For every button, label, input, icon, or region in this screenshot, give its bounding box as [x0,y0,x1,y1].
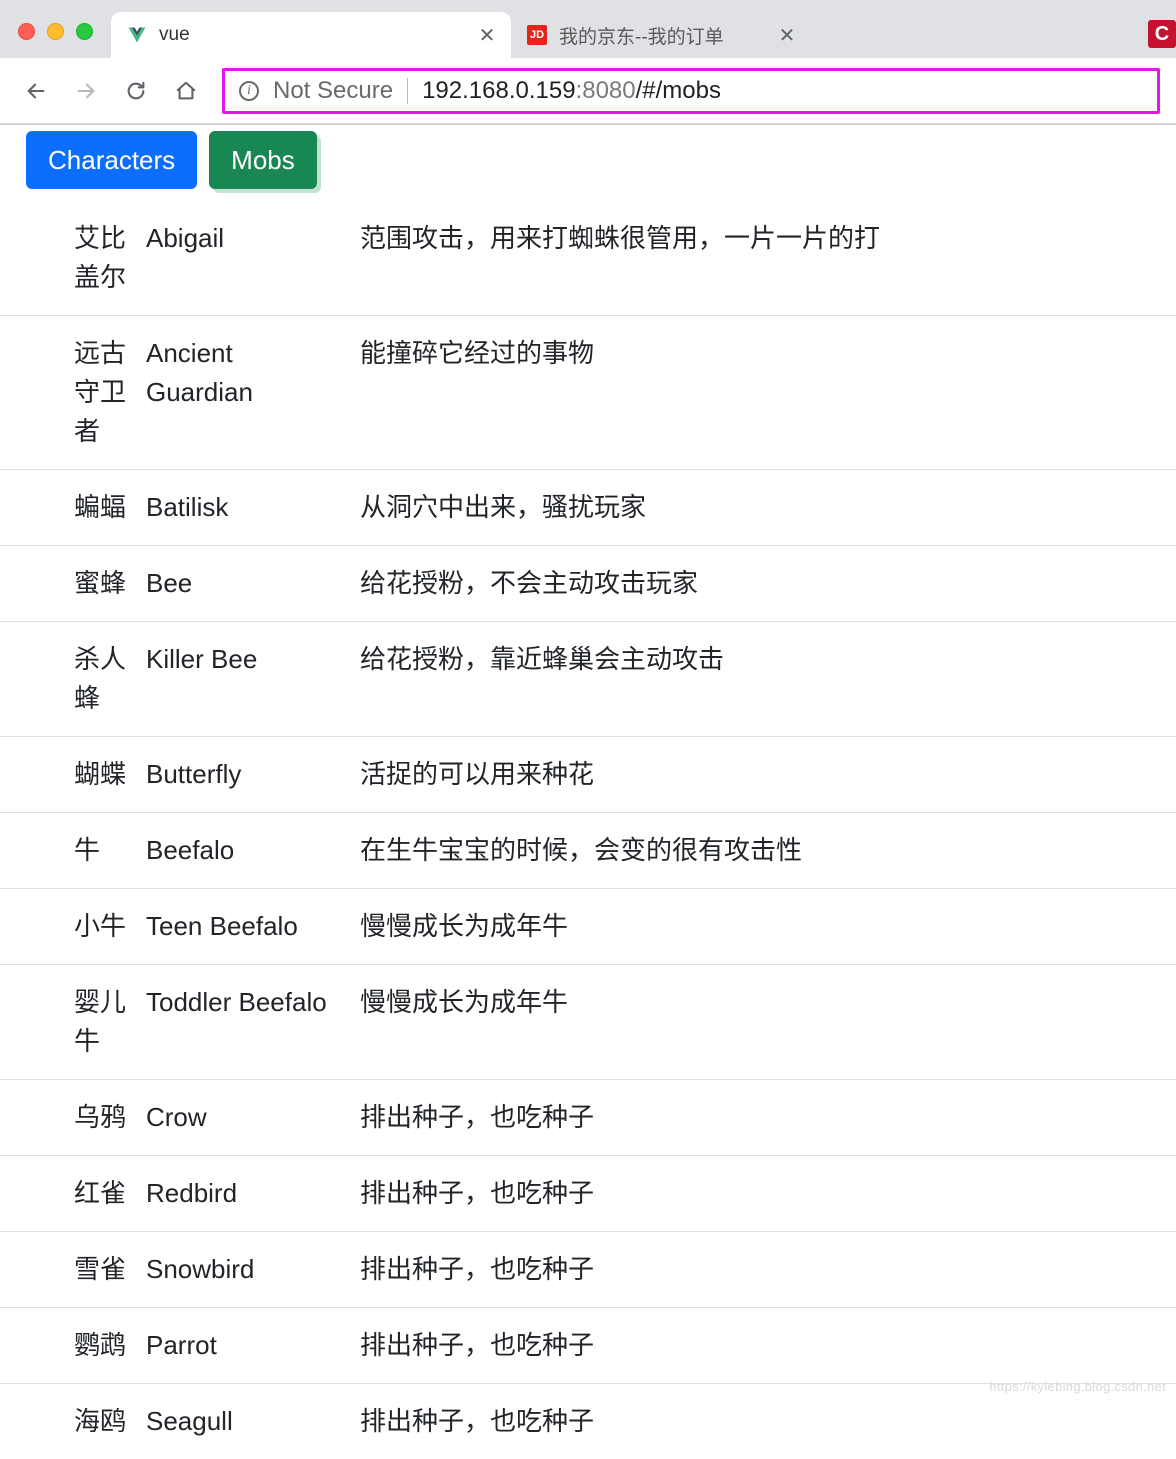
titlebar: vue ✕ JD 我的京东--我的订单 ✕ C [0,0,1176,58]
mob-name-cn: 鹦鹉 [74,1326,144,1365]
list-item: 雪雀Snowbird排出种子，也吃种子 [0,1232,1176,1308]
mob-desc: 给花授粉，不会主动攻击玩家 [344,564,1176,603]
mob-name-cn: 远古守卫者 [74,334,144,451]
mob-name-en: Parrot [144,1326,344,1365]
site-info-icon[interactable]: i [239,81,259,101]
mob-desc: 排出种子，也吃种子 [344,1326,1176,1365]
list-item: 远古守卫者Ancient Guardian能撞碎它经过的事物 [0,316,1176,470]
mob-desc: 范围攻击，用来打蜘蛛很管用，一片一片的打 [344,219,1176,258]
mob-name-cn: 蜜蜂 [74,564,144,603]
divider [407,78,408,104]
close-window-button[interactable] [18,23,35,40]
mob-name-en: Snowbird [144,1250,344,1289]
vue-favicon-icon [127,25,147,45]
mob-name-cn: 乌鸦 [74,1098,144,1137]
browser-tabs: vue ✕ JD 我的京东--我的订单 ✕ [111,0,811,58]
mob-name-en: Killer Bee [144,640,344,679]
address-bar[interactable]: i Not Secure 192.168.0.159:8080/#/mobs [222,68,1160,114]
list-item: 蝴蝶Butterfly活捉的可以用来种花 [0,737,1176,813]
mob-desc: 在生牛宝宝的时候，会变的很有攻击性 [344,831,1176,870]
mob-desc: 排出种子，也吃种子 [344,1174,1176,1213]
mob-name-en: Redbird [144,1174,344,1213]
mob-name-cn: 杀人蜂 [74,640,144,718]
tab-characters[interactable]: Characters [26,131,197,189]
browser-tab-jd[interactable]: JD 我的京东--我的订单 ✕ [511,12,811,58]
browser-chrome: vue ✕ JD 我的京东--我的订单 ✕ C i Not Secure [0,0,1176,125]
mob-desc: 排出种子，也吃种子 [344,1098,1176,1137]
tab-title: 我的京东--我的订单 [559,22,765,49]
mob-name-en: Beefalo [144,831,344,870]
list-item: 杀人蜂Killer Bee给花授粉，靠近蜂巢会主动攻击 [0,622,1176,737]
extension-icon[interactable]: C [1148,20,1176,48]
mob-name-cn: 小牛 [74,907,144,946]
mob-name-en: Crow [144,1098,344,1137]
list-item: 婴儿牛Toddler Beefalo慢慢成长为成年牛 [0,965,1176,1080]
mob-desc: 慢慢成长为成年牛 [344,907,1176,946]
reload-button[interactable] [116,71,156,111]
mob-name-en: Seagull [144,1402,344,1441]
url-text: 192.168.0.159:8080/#/mobs [422,77,721,105]
mob-name-cn: 牛 [74,831,144,870]
list-item: 艾比盖尔Abigail范围攻击，用来打蜘蛛很管用，一片一片的打 [0,201,1176,316]
page-content: Characters Mobs 艾比盖尔Abigail范围攻击，用来打蜘蛛很管用… [0,125,1176,1459]
mob-name-en: Bee [144,564,344,603]
mob-desc: 慢慢成长为成年牛 [344,983,1176,1022]
watermark: https://kylebing.blog.csdn.net [989,1379,1166,1394]
tab-mobs[interactable]: Mobs [209,131,317,189]
security-status: Not Secure [273,77,393,105]
list-item: 小牛Teen Beefalo慢慢成长为成年牛 [0,889,1176,965]
home-button[interactable] [166,71,206,111]
url-host: 192.168.0.159 [422,77,575,104]
list-item: 鹦鹉Parrot排出种子，也吃种子 [0,1308,1176,1384]
mobs-list: 艾比盖尔Abigail范围攻击，用来打蜘蛛很管用，一片一片的打远古守卫者Anci… [0,201,1176,1459]
maximize-window-button[interactable] [76,23,93,40]
mob-name-en: Toddler Beefalo [144,983,344,1022]
mob-desc: 排出种子，也吃种子 [344,1402,1176,1441]
forward-button[interactable] [66,71,106,111]
list-item: 牛Beefalo在生牛宝宝的时候，会变的很有攻击性 [0,813,1176,889]
browser-toolbar: i Not Secure 192.168.0.159:8080/#/mobs [0,58,1176,124]
mob-desc: 活捉的可以用来种花 [344,755,1176,794]
close-tab-icon[interactable]: ✕ [477,25,497,45]
mob-name-cn: 艾比盖尔 [74,219,144,297]
mob-name-cn: 红雀 [74,1174,144,1213]
tab-title: vue [159,24,465,46]
mob-name-en: Abigail [144,219,344,258]
window-controls [18,23,93,40]
mob-desc: 排出种子，也吃种子 [344,1250,1176,1289]
mob-desc: 能撞碎它经过的事物 [344,334,1176,373]
mob-name-cn: 婴儿牛 [74,983,144,1061]
mob-desc: 给花授粉，靠近蜂巢会主动攻击 [344,640,1176,679]
list-item: 蜜蜂Bee给花授粉，不会主动攻击玩家 [0,546,1176,622]
mob-name-en: Teen Beefalo [144,907,344,946]
mob-name-cn: 蝙蝠 [74,488,144,527]
list-item: 红雀Redbird排出种子，也吃种子 [0,1156,1176,1232]
url-path: /#/mobs [636,77,721,104]
mob-desc: 从洞穴中出来，骚扰玩家 [344,488,1176,527]
list-item: 蝙蝠Batilisk从洞穴中出来，骚扰玩家 [0,470,1176,546]
mob-name-cn: 蝴蝶 [74,755,144,794]
minimize-window-button[interactable] [47,23,64,40]
mob-name-en: Butterfly [144,755,344,794]
mob-name-en: Ancient Guardian [144,334,344,412]
browser-tab-vue[interactable]: vue ✕ [111,12,511,58]
list-item: 海鸥Seagull排出种子，也吃种子 [0,1384,1176,1459]
url-port: :8080 [576,77,636,104]
route-tabs: Characters Mobs [0,125,1176,189]
mob-name-en: Batilisk [144,488,344,527]
mob-name-cn: 海鸥 [74,1402,144,1441]
list-item: 乌鸦Crow排出种子，也吃种子 [0,1080,1176,1156]
close-tab-icon[interactable]: ✕ [777,25,797,45]
back-button[interactable] [16,71,56,111]
jd-favicon-icon: JD [527,25,547,45]
mob-name-cn: 雪雀 [74,1250,144,1289]
